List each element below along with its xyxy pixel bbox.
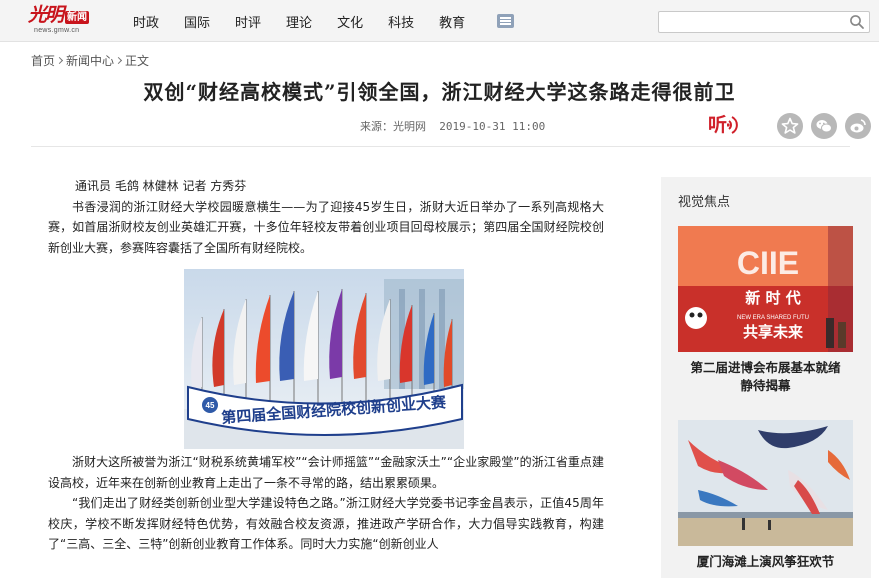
breadcrumb: 首页 新闻中心 正文 [31,52,149,69]
list-menu-icon[interactable] [497,14,514,28]
focus-caption-expo-line1: 第二届进博会布展基本就绪 [690,360,841,375]
article-photo: 45 第四届全国财经院校创新创业大赛 [184,269,464,449]
listen-button[interactable]: 听 [708,111,741,139]
search-icon[interactable] [848,13,866,31]
main-nav: 时政 国际 时评 理论 文化 科技 教育 [133,0,490,42]
sidebar-visual-focus: 视觉焦点 CIIE 新 时 代 NEW ERA SHARED FUTU 共享未来… [661,177,871,578]
focus-caption-expo[interactable]: 第二届进博会布展基本就绪 静待揭幕 [678,359,853,395]
star-icon [781,117,799,134]
article-meta: 来源：光明网 2019-10-31 11:00 [360,118,545,134]
logo-news-badge: 新闻 [65,11,90,24]
logo-gm-text: 光明 [28,4,64,26]
focus-image-kites[interactable] [678,420,853,546]
article-paragraph-3: “我们走出了财经类创新创业型大学建设特色之路。”浙江财经大学党委书记李金昌表示，… [48,496,604,551]
speaker-wave-icon [727,116,738,134]
breadcrumb-home[interactable]: 首页 [31,52,55,69]
banner-badge-text: 45 [206,401,215,410]
breadcrumb-current: 正文 [125,54,150,68]
nav-item-technology[interactable]: 科技 [388,12,414,31]
breadcrumb-news-center[interactable]: 新闻中心 [66,52,114,69]
share-weibo-button[interactable] [845,113,871,139]
logo-url: news.gmw.cn [34,27,80,34]
article-title: 双创“财经高校模式”引领全国，浙江财经大学这条路走得很前卫 [143,80,736,104]
wechat-icon [816,120,832,133]
weibo-icon [850,119,866,133]
article-byline: 通讯员 毛鸽 林健林 记者 方秀芬 [75,179,247,193]
sidebar-title: 视觉焦点 [678,195,731,210]
focus-caption-kites-line1: 厦门海滩上演风筝狂欢节 [696,554,835,569]
nav-item-culture[interactable]: 文化 [337,12,363,31]
expo-sign-title: CIIE [737,245,799,281]
chevron-right-icon [114,56,123,65]
flags-banner-photo: 45 第四届全国财经院校创新创业大赛 [184,269,464,449]
expo-sign-en: NEW ERA SHARED FUTU [737,315,809,321]
site-logo[interactable]: 光明 新闻 news.gmw.cn [28,3,104,39]
expo-sign-line2: 共享未来 [743,323,804,341]
listen-label: 听 [708,114,728,136]
search-input[interactable] [659,12,847,32]
expo-sign-line1: 新 时 代 [745,289,800,307]
search-box [658,11,870,33]
focus-caption-expo-line2: 静待揭幕 [740,378,791,393]
expo-photo: CIIE 新 时 代 NEW ERA SHARED FUTU 共享未来 [678,226,853,352]
publish-datetime: 2019-10-31 11:00 [439,120,546,133]
focus-image-expo[interactable]: CIIE 新 时 代 NEW ERA SHARED FUTU 共享未来 [678,226,853,352]
chevron-right-icon [55,56,64,65]
nav-item-international[interactable]: 国际 [184,12,210,31]
article-paragraph-2: 浙财大这所被誉为浙江“财税系统黄埔军校”“会计师摇篮”“金融家沃土”“企业家殿堂… [48,455,604,490]
panda-mascot-icon [685,307,707,329]
nav-item-education[interactable]: 教育 [439,12,465,31]
source-label: 来源： [360,120,393,133]
nav-item-theory[interactable]: 理论 [286,12,312,31]
nav-item-commentary[interactable]: 时评 [235,12,261,31]
share-wechat-button[interactable] [811,113,837,139]
favorite-button[interactable] [777,113,803,139]
source-name[interactable]: 光明网 [393,120,426,133]
top-nav-bar: 光明 新闻 news.gmw.cn 时政 国际 时评 理论 文化 科技 教育 [0,0,879,42]
nav-item-politics[interactable]: 时政 [133,12,159,31]
logo-wordmark: 光明 新闻 [28,3,90,27]
focus-caption-kites[interactable]: 厦门海滩上演风筝狂欢节 [678,553,853,571]
article-paragraph-1: 书香浸润的浙江财经大学校园暖意横生——为了迎接45岁生日，浙财大近日举办了一系列… [48,199,604,255]
page: 光明 新闻 news.gmw.cn 时政 国际 时评 理论 文化 科技 教育 首… [0,0,879,578]
kites-photo [678,420,853,546]
header-divider [31,146,850,147]
